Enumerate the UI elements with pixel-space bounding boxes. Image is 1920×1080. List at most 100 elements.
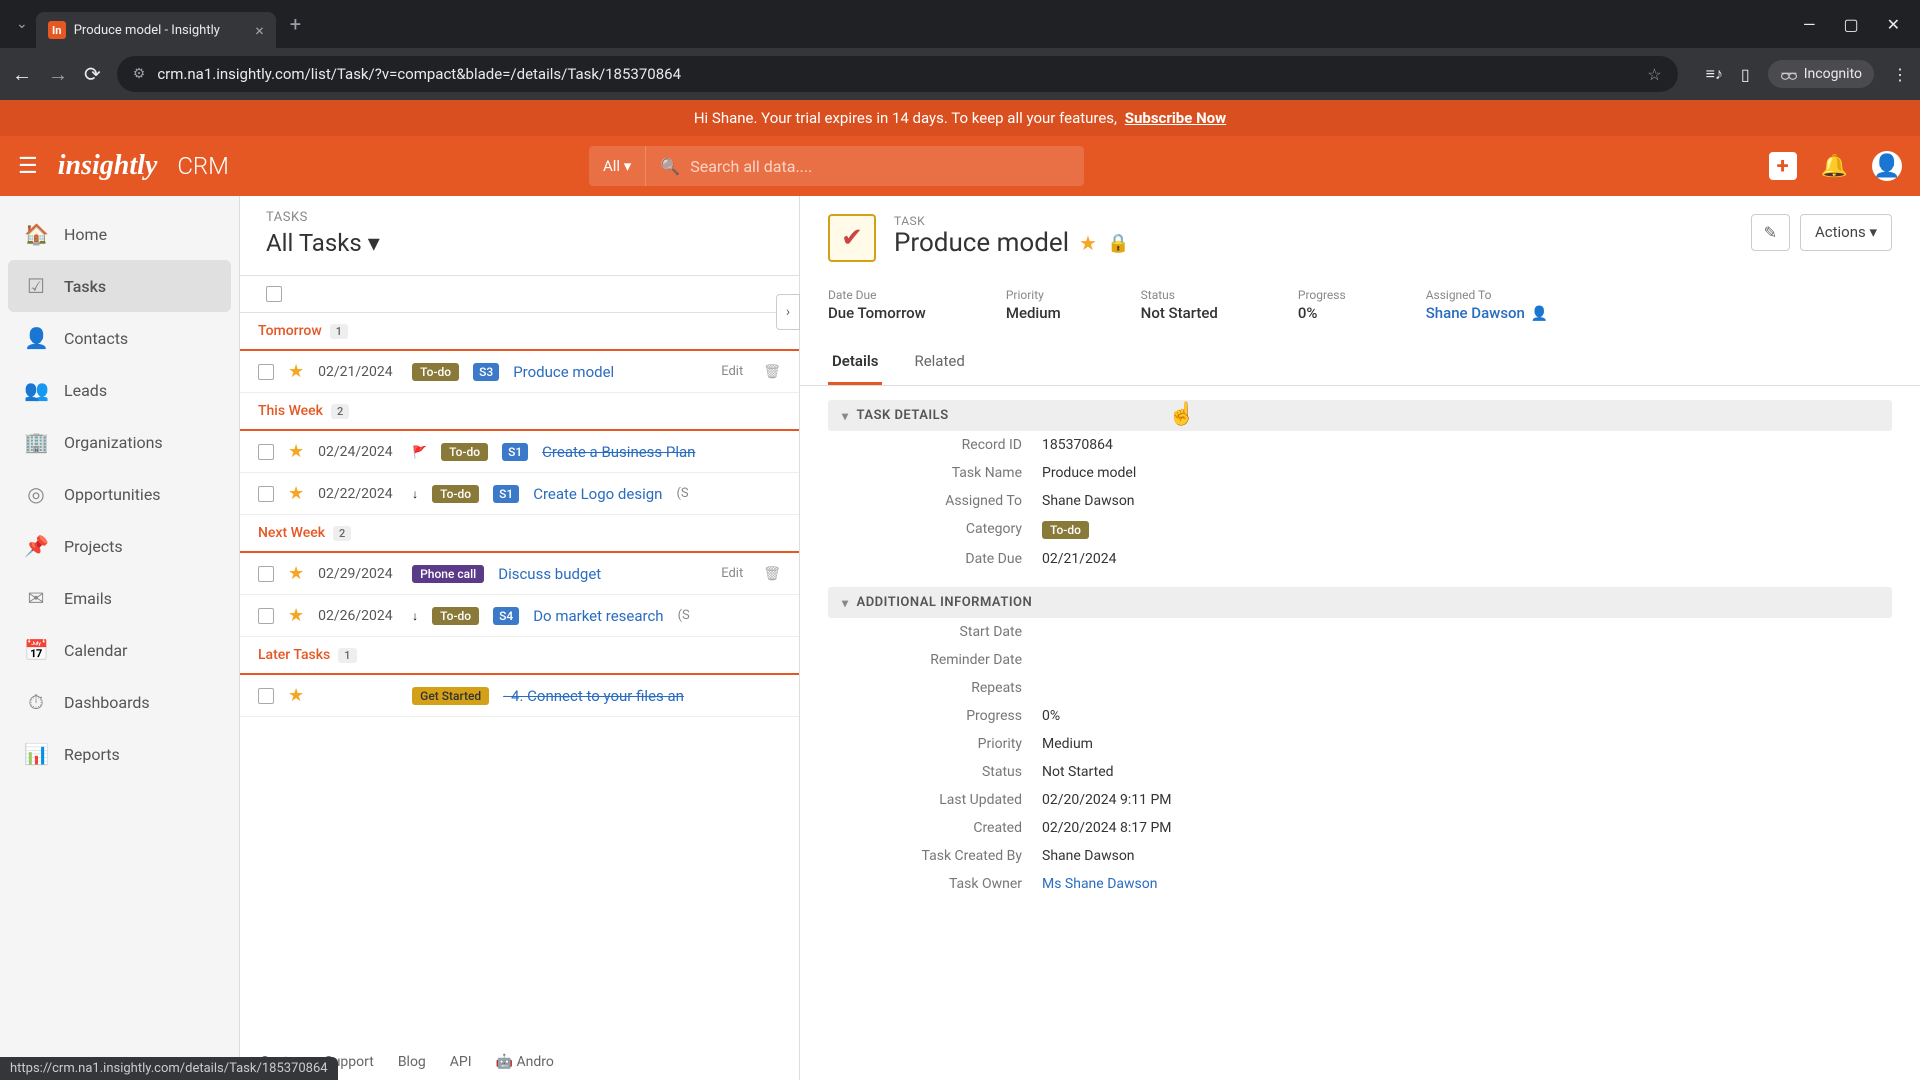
summary-item: Assigned To Shane Dawson👤 bbox=[1426, 288, 1549, 322]
panel-icon[interactable]: ▯ bbox=[1741, 65, 1750, 84]
star-icon[interactable]: ★ bbox=[288, 483, 304, 504]
browser-menu-icon[interactable]: ⋮ bbox=[1892, 65, 1908, 84]
profile-icon[interactable]: 👤 bbox=[1872, 151, 1902, 181]
search-input[interactable] bbox=[690, 157, 1070, 176]
sidebar-item-contacts[interactable]: 👤 Contacts bbox=[0, 312, 239, 364]
task-name-link[interactable]: Do market research bbox=[533, 607, 663, 625]
sidebar-item-dashboards[interactable]: ⏱Dashboards bbox=[0, 676, 239, 728]
field-value[interactable]: Ms Shane Dawson bbox=[1042, 876, 1157, 892]
task-name-link[interactable]: Create a Business Plan bbox=[542, 443, 695, 461]
task-row[interactable]: ★02/22/2024↓To-doS1Create Logo design(S bbox=[240, 473, 799, 515]
sidebar-item-organizations[interactable]: 🏢Organizations bbox=[0, 416, 239, 468]
task-checkbox[interactable] bbox=[258, 608, 274, 624]
maximize-icon[interactable]: ▢ bbox=[1843, 15, 1858, 34]
star-icon[interactable]: ★ bbox=[288, 361, 304, 382]
browser-tab[interactable]: In Produce model - Insightly × bbox=[36, 12, 276, 48]
sidebar-item-calendar[interactable]: 📅Calendar bbox=[0, 624, 239, 676]
subscribe-link[interactable]: Subscribe Now bbox=[1125, 109, 1226, 127]
task-checkbox[interactable] bbox=[258, 364, 274, 380]
nav-label: Contacts bbox=[64, 329, 128, 348]
select-all-checkbox[interactable] bbox=[266, 286, 282, 302]
task-group-header: Next Week2 bbox=[240, 515, 799, 553]
notifications-icon[interactable]: 🔔 bbox=[1821, 154, 1848, 179]
sidebar-item-projects[interactable]: 📌Projects bbox=[0, 520, 239, 572]
category-badge: To-do bbox=[432, 485, 479, 503]
add-button[interactable]: + bbox=[1769, 152, 1797, 180]
footer-link[interactable]: API bbox=[450, 1054, 472, 1070]
star-icon[interactable]: ★ bbox=[288, 685, 304, 706]
close-tab-icon[interactable]: × bbox=[255, 21, 264, 40]
nav-icon: 📊 bbox=[24, 742, 48, 766]
search-scope-dropdown[interactable]: All ▾ bbox=[589, 146, 646, 186]
address-bar[interactable]: ⚙ crm.na1.insightly.com/list/Task/?v=com… bbox=[117, 56, 1678, 92]
task-checkbox[interactable] bbox=[258, 486, 274, 502]
browser-tab-strip: ⌄ In Produce model - Insightly × + — ▢ ✕ bbox=[0, 0, 1920, 48]
list-title-dropdown[interactable]: All Tasks ▾ bbox=[266, 229, 773, 257]
nav-label: Tasks bbox=[64, 277, 106, 296]
delete-icon[interactable]: 🗑 bbox=[763, 364, 781, 380]
task-checkbox[interactable] bbox=[258, 566, 274, 582]
priority-icon: ↓ bbox=[412, 487, 418, 501]
actions-dropdown[interactable]: Actions ▾ bbox=[1800, 214, 1892, 251]
task-group-header: Tomorrow1 bbox=[240, 313, 799, 351]
nav-icon: 👤 bbox=[24, 326, 48, 350]
edit-link[interactable]: Edit bbox=[721, 566, 743, 581]
task-checkbox[interactable] bbox=[258, 688, 274, 704]
field-label: Created bbox=[842, 820, 1042, 836]
field-row: CategoryTo-do bbox=[828, 515, 1892, 545]
reload-button[interactable]: ⟳ bbox=[84, 62, 101, 86]
bookmark-icon[interactable]: ☆ bbox=[1647, 65, 1661, 84]
new-tab-button[interactable]: + bbox=[290, 12, 301, 36]
task-row[interactable]: ★02/24/2024🚩To-doS1Create a Business Pla… bbox=[240, 431, 799, 473]
sidebar: 🏠Home☑Tasks 👤 Contacts 👥Leads🏢Organizations… bbox=[0, 196, 240, 1080]
task-name-link[interactable]: Create Logo design bbox=[533, 485, 662, 503]
section-header[interactable]: ▾ TASK DETAILS ☝️ bbox=[828, 400, 1892, 431]
star-icon[interactable]: ★ bbox=[288, 605, 304, 626]
nav-label: Calendar bbox=[64, 641, 127, 660]
footer-link[interactable]: 🤖 Andro bbox=[496, 1054, 554, 1070]
task-row[interactable]: ★02/21/2024To-doS3Produce modelEdit🗑 bbox=[240, 351, 799, 393]
panel-expand-handle[interactable]: › bbox=[776, 294, 800, 330]
sidebar-item-home[interactable]: 🏠Home bbox=[0, 208, 239, 260]
forward-button[interactable]: → bbox=[48, 62, 68, 87]
section-header[interactable]: ▾ ADDITIONAL INFORMATION bbox=[828, 587, 1892, 618]
sidebar-item-leads[interactable]: 👥Leads bbox=[0, 364, 239, 416]
tab-search-dropdown[interactable]: ⌄ bbox=[16, 16, 28, 32]
favorite-star-icon[interactable]: ★ bbox=[1079, 231, 1097, 255]
summary-value[interactable]: Shane Dawson👤 bbox=[1426, 304, 1549, 322]
edit-button[interactable]: ✎ bbox=[1751, 214, 1790, 251]
delete-icon[interactable]: 🗑 bbox=[763, 566, 781, 582]
star-icon[interactable]: ★ bbox=[288, 441, 304, 462]
sidebar-item-emails[interactable]: ✉Emails bbox=[0, 572, 239, 624]
task-row[interactable]: ★Get Started- 4. Connect to your files a… bbox=[240, 675, 799, 717]
task-name-link[interactable]: Produce model bbox=[513, 363, 614, 381]
tab-related[interactable]: Related bbox=[910, 340, 968, 385]
edit-link[interactable]: Edit bbox=[721, 364, 743, 379]
sidebar-item-tasks[interactable]: ☑Tasks bbox=[8, 260, 231, 312]
footer-link[interactable]: Blog bbox=[398, 1054, 426, 1070]
task-checkbox[interactable] bbox=[258, 444, 274, 460]
category-badge: Phone call bbox=[412, 565, 484, 583]
sidebar-item-reports[interactable]: 📊Reports bbox=[0, 728, 239, 780]
sidebar-item-opportunities[interactable]: ◎Opportunities bbox=[0, 468, 239, 520]
task-name-link[interactable]: - 4. Connect to your files an bbox=[503, 687, 684, 705]
close-window-icon[interactable]: ✕ bbox=[1887, 15, 1900, 34]
star-icon[interactable]: ★ bbox=[288, 563, 304, 584]
incognito-badge[interactable]: Incognito bbox=[1768, 60, 1874, 88]
playlist-icon[interactable]: ≡♪ bbox=[1706, 64, 1723, 84]
tab-details[interactable]: Details bbox=[828, 340, 882, 385]
site-settings-icon[interactable]: ⚙ bbox=[133, 66, 146, 82]
back-button[interactable]: ← bbox=[12, 62, 32, 87]
nav-icon: 🏢 bbox=[24, 430, 48, 454]
task-name-link[interactable]: Discuss budget bbox=[498, 565, 601, 583]
summary-label: Assigned To bbox=[1426, 288, 1549, 302]
minimize-icon[interactable]: — bbox=[1803, 15, 1816, 34]
hamburger-icon[interactable]: ☰ bbox=[18, 154, 38, 179]
summary-label: Priority bbox=[1006, 288, 1061, 302]
task-row[interactable]: ★02/26/2024↓To-doS4Do market research(S bbox=[240, 595, 799, 637]
field-value: 02/21/2024 bbox=[1042, 551, 1117, 567]
task-row[interactable]: ★02/29/2024Phone callDiscuss budgetEdit🗑 bbox=[240, 553, 799, 595]
task-group-header: This Week2 bbox=[240, 393, 799, 431]
assignee-change-icon[interactable]: 👤 bbox=[1531, 306, 1548, 322]
logo[interactable]: insightly bbox=[58, 150, 158, 182]
